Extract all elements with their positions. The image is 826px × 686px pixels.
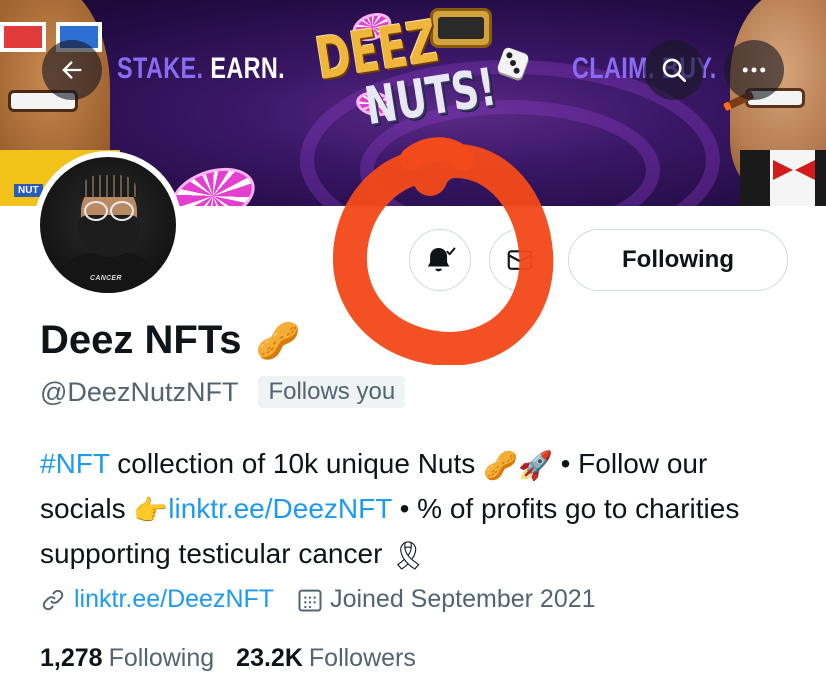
bio-link[interactable]: linktr.ee/DeezNFT xyxy=(168,493,392,524)
profile-bio: #NFT collection of 10k unique Nuts 🥜🚀 • … xyxy=(40,442,800,577)
banner-bowtie xyxy=(773,160,815,180)
bell-check-icon xyxy=(427,247,456,272)
banner-poker-chip xyxy=(164,157,262,206)
banner-earn-text: EARN. xyxy=(210,52,286,85)
followers-label: Followers xyxy=(308,644,416,672)
calendar-icon xyxy=(298,589,322,611)
bio-hashtag-link[interactable]: #NFT xyxy=(40,448,110,479)
banner-logo: DEEZ NUTS! xyxy=(305,7,535,137)
joined-item: Joined September 2021 xyxy=(296,585,596,614)
search-button[interactable] xyxy=(644,40,704,100)
back-button[interactable] xyxy=(42,40,102,100)
follows-you-badge: Follows you xyxy=(258,376,406,408)
profile-stats-row: 1,278 Following 23.2K Followers xyxy=(40,644,416,673)
followers-count: 23.2K xyxy=(236,644,303,672)
profile-display-name: Deez NFTs 🥜 xyxy=(40,318,300,363)
peanut-emoji-icon: 🥜 xyxy=(483,450,518,482)
display-name-text: Deez NFTs xyxy=(40,318,242,362)
profile-meta-row: linktr.ee/DeezNFT Joined September 2021 xyxy=(40,585,596,614)
avatar-hair xyxy=(80,175,138,197)
arrow-left-icon xyxy=(62,61,82,79)
avatar-body xyxy=(60,253,156,293)
banner-shirt-tag: NUT xyxy=(14,184,43,197)
profile-handle: @DeezNutzNFT xyxy=(40,376,239,407)
peanut-emoji-icon: 🥜 xyxy=(255,319,301,361)
followers-stat[interactable]: 23.2K Followers xyxy=(236,644,416,673)
profile-avatar[interactable]: CANCER xyxy=(34,151,182,299)
notifications-button[interactable] xyxy=(409,229,471,291)
envelope-icon xyxy=(507,250,533,270)
joined-date: Joined September 2021 xyxy=(330,585,596,613)
avatar-glasses xyxy=(82,201,136,221)
ribbon-emoji-icon: 🎗 xyxy=(390,540,426,572)
more-button[interactable] xyxy=(724,40,784,100)
banner-stake-text: STAKE. xyxy=(117,52,204,85)
handle-row: @DeezNutzNFT Follows you xyxy=(40,376,406,408)
avatar-image: CANCER xyxy=(40,157,176,293)
rocket-emoji-icon: 🚀 xyxy=(517,450,553,482)
search-icon xyxy=(662,58,686,82)
following-count: 1,278 xyxy=(40,644,103,672)
more-icon xyxy=(742,67,766,73)
pointing-hand-emoji-icon: 👉 xyxy=(133,495,169,527)
banner-tagline-left: STAKE. EARN. xyxy=(117,52,285,86)
following-button[interactable]: Following xyxy=(568,229,788,291)
website-item[interactable]: linktr.ee/DeezNFT xyxy=(40,585,274,614)
avatar-shirt-text: CANCER xyxy=(90,275,122,282)
bio-text: collection of 10k unique Nuts xyxy=(109,448,484,479)
link-icon xyxy=(42,589,64,610)
website-link[interactable]: linktr.ee/DeezNFT xyxy=(74,585,274,614)
following-label: Following xyxy=(108,644,215,672)
message-button[interactable] xyxy=(489,229,551,291)
following-stat[interactable]: 1,278 Following xyxy=(40,644,214,673)
avatar-beard xyxy=(78,215,140,257)
